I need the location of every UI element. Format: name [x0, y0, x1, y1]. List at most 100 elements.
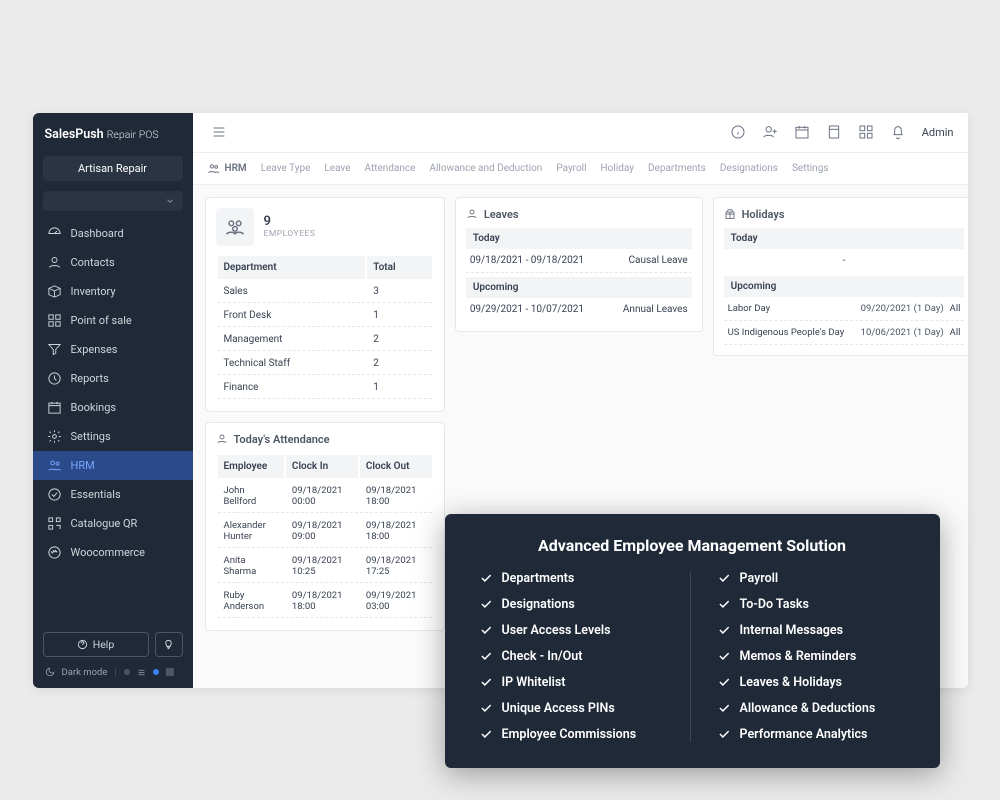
layout-toggle[interactable]	[166, 668, 174, 676]
tab-leave-type[interactable]: Leave Type	[261, 163, 311, 174]
feature-item: IP Whitelist	[479, 675, 668, 690]
tenant-select[interactable]: Artisan Repair	[43, 156, 183, 181]
feature-item: Departments	[479, 571, 668, 586]
dark-mode-row[interactable]: Dark mode |	[33, 667, 193, 688]
nav-bookings[interactable]: Bookings	[33, 393, 193, 422]
calculator-icon[interactable]	[826, 124, 842, 140]
table-row: Technical Staff2	[218, 353, 432, 375]
breadcrumb: HRM	[207, 162, 247, 175]
check-circle-icon	[47, 487, 62, 502]
nav-expenses[interactable]: Expenses	[33, 335, 193, 364]
funnel-icon	[47, 342, 62, 357]
nav-catalogue[interactable]: Catalogue QR	[33, 509, 193, 538]
sidebar-footer: Help	[33, 624, 193, 667]
check-icon	[717, 727, 731, 741]
nav-label: Dashboard	[71, 227, 124, 240]
table-row: Management2	[218, 329, 432, 351]
employee-count: 9	[264, 214, 316, 229]
tab-holiday[interactable]: Holiday	[601, 163, 634, 174]
nav-woo[interactable]: Woocommerce	[33, 538, 193, 567]
list-item: 09/18/2021 - 09/18/2021Causal Leave	[466, 249, 692, 273]
help-icon	[77, 639, 88, 650]
brand-name: SalesPush	[45, 127, 104, 142]
box-icon	[47, 284, 62, 299]
feature-item: Leaves & Holidays	[717, 675, 906, 690]
bell-icon[interactable]	[890, 124, 906, 140]
overlay-col-left: DepartmentsDesignationsUser Access Level…	[479, 571, 691, 742]
attendance-table: EmployeeClock InClock Out John Bellford0…	[216, 453, 434, 620]
feature-item: Unique Access PINs	[479, 701, 668, 716]
table-row: John Bellford09/18/2021 00:0009/18/2021 …	[218, 480, 432, 513]
user-icon	[466, 208, 478, 220]
attendance-card: Today's Attendance EmployeeClock InClock…	[205, 422, 445, 631]
check-icon	[717, 675, 731, 689]
list-item: 09/29/2021 - 10/07/2021Annual Leaves	[466, 298, 692, 321]
list-item: US Indigenous People's Day10/06/2021 (1 …	[724, 321, 965, 345]
theme-dot-active[interactable]	[153, 669, 159, 675]
brand-suffix: Repair POS	[107, 128, 159, 141]
moon-icon	[45, 667, 55, 677]
help-button[interactable]: Help	[43, 632, 149, 657]
info-icon[interactable]	[730, 124, 746, 140]
overlay-col-right: PayrollTo-Do TasksInternal MessagesMemos…	[691, 571, 906, 742]
nav-inventory[interactable]: Inventory	[33, 277, 193, 306]
tab-designations[interactable]: Designations	[720, 163, 778, 174]
nav-pos[interactable]: Point of sale	[33, 306, 193, 335]
gear-icon	[47, 429, 62, 444]
nav-contacts[interactable]: Contacts	[33, 248, 193, 277]
nav-label: Expenses	[71, 343, 118, 356]
feature-item: Designations	[479, 597, 668, 612]
sidebar: SalesPush Repair POS Artisan Repair Dash…	[33, 113, 193, 688]
add-user-icon[interactable]	[762, 124, 778, 140]
nav-label: Essentials	[71, 488, 121, 501]
tips-button[interactable]	[155, 632, 183, 657]
list-item: -	[724, 249, 965, 272]
table-row: Front Desk1	[218, 305, 432, 327]
tab-departments[interactable]: Departments	[648, 163, 706, 174]
feature-item: Employee Commissions	[479, 727, 668, 742]
calendar-icon	[47, 400, 62, 415]
nav-hrm[interactable]: HRM	[33, 451, 193, 480]
nav-reports[interactable]: Reports	[33, 364, 193, 393]
list-item: Labor Day09/20/2021 (1 Day)All	[724, 297, 965, 321]
tab-leave[interactable]: Leave	[324, 163, 350, 174]
user-menu[interactable]: Admin	[922, 126, 954, 139]
table-row: Alexander Hunter09/18/2021 09:0009/18/20…	[218, 515, 432, 548]
bulb-icon	[163, 639, 174, 650]
holidays-card: Holidays Today - Upcoming Labor Day09/20…	[713, 197, 968, 356]
feature-item: Check - In/Out	[479, 649, 668, 664]
nav-label: Contacts	[71, 256, 115, 269]
table-row: Sales3	[218, 281, 432, 303]
tab-attendance[interactable]: Attendance	[365, 163, 416, 174]
calendar-icon[interactable]	[794, 124, 810, 140]
theme-dot[interactable]	[124, 669, 130, 675]
pos-icon[interactable]	[858, 124, 874, 140]
card-title: Leaves	[484, 208, 519, 221]
nav-settings[interactable]: Settings	[33, 422, 193, 451]
menu-icon[interactable]	[211, 124, 227, 140]
list-icon	[137, 668, 146, 677]
tab-payroll[interactable]: Payroll	[556, 163, 586, 174]
feature-item: Payroll	[717, 571, 906, 586]
dark-label: Dark mode	[62, 667, 108, 678]
section-today: Today	[724, 228, 965, 249]
gauge-icon	[47, 226, 62, 241]
nav-label: Inventory	[71, 285, 116, 298]
feature-item: Internal Messages	[717, 623, 906, 638]
nav-label: Point of sale	[71, 314, 132, 327]
tab-settings[interactable]: Settings	[792, 163, 829, 174]
check-icon	[479, 701, 493, 715]
nav-label: Catalogue QR	[71, 517, 138, 530]
check-icon	[717, 649, 731, 663]
nav-dashboard[interactable]: Dashboard	[33, 219, 193, 248]
qr-icon	[47, 516, 62, 531]
card-title: Holidays	[742, 208, 785, 221]
overlay-title: Advanced Employee Management Solution	[479, 536, 906, 555]
check-icon	[717, 623, 731, 637]
tab-allowance[interactable]: Allowance and Deduction	[429, 163, 542, 174]
section-upcoming: Upcoming	[724, 276, 965, 297]
nav-essentials[interactable]: Essentials	[33, 480, 193, 509]
check-icon	[479, 597, 493, 611]
tenant-dropdown[interactable]	[43, 191, 183, 211]
th-total: Total	[367, 256, 432, 279]
